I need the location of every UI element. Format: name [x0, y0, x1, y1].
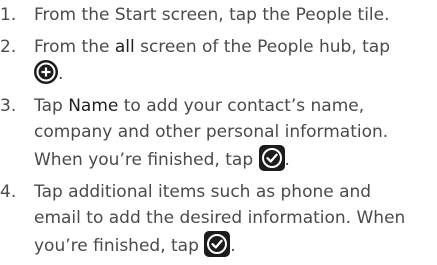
- checkmark-icon: [204, 231, 231, 257]
- step-text-part: you’re finished, tap: [34, 236, 205, 256]
- step-number: 1.: [0, 5, 17, 25]
- step-number: 2.: [0, 37, 17, 57]
- instruction-list: 1. From the Start screen, tap the People…: [0, 0, 437, 259]
- step-text-line: company and other personal information.: [34, 122, 389, 142]
- step-text: From the Start screen, tap the People ti…: [34, 5, 390, 25]
- step-text-part: Tap: [34, 96, 69, 116]
- step-text-part: screen of the People hub, tap: [134, 37, 391, 57]
- step-text-part: When you’re finished, tap: [34, 150, 259, 170]
- step-text-line: .: [34, 60, 437, 87]
- step-text-part: From the: [34, 37, 115, 57]
- step-text-part: .: [230, 236, 236, 256]
- step-number: 3.: [0, 96, 17, 116]
- checkmark-icon: [258, 145, 285, 171]
- step-text-part: .: [58, 64, 64, 84]
- step-1: 1. From the Start screen, tap the People…: [0, 2, 437, 28]
- step-4: 4. Tap additional items such as phone an…: [0, 179, 437, 259]
- step-3: 3. Tap Name to add your contact’s name, …: [0, 93, 437, 173]
- step-text-line: When you’re finished, tap .: [34, 145, 437, 173]
- step-text-part: .: [284, 150, 290, 170]
- step-number: 4.: [0, 182, 17, 202]
- screen-name-all: all: [114, 37, 135, 57]
- step-text: From the all screen of the People hub, t…: [34, 34, 437, 60]
- step-2: 2. From the all screen of the People hub…: [0, 34, 437, 87]
- field-name-label: Name: [68, 96, 119, 116]
- step-text-line: email to add the desired information. Wh…: [34, 208, 406, 228]
- step-text-part: to add your contact’s name,: [118, 96, 365, 116]
- step-text: Tap additional items such as phone and: [34, 182, 372, 202]
- step-text-line: you’re finished, tap .: [34, 231, 437, 259]
- add-circle-icon: [34, 60, 58, 84]
- step-text: Tap Name to add your contact’s name,: [34, 93, 437, 119]
